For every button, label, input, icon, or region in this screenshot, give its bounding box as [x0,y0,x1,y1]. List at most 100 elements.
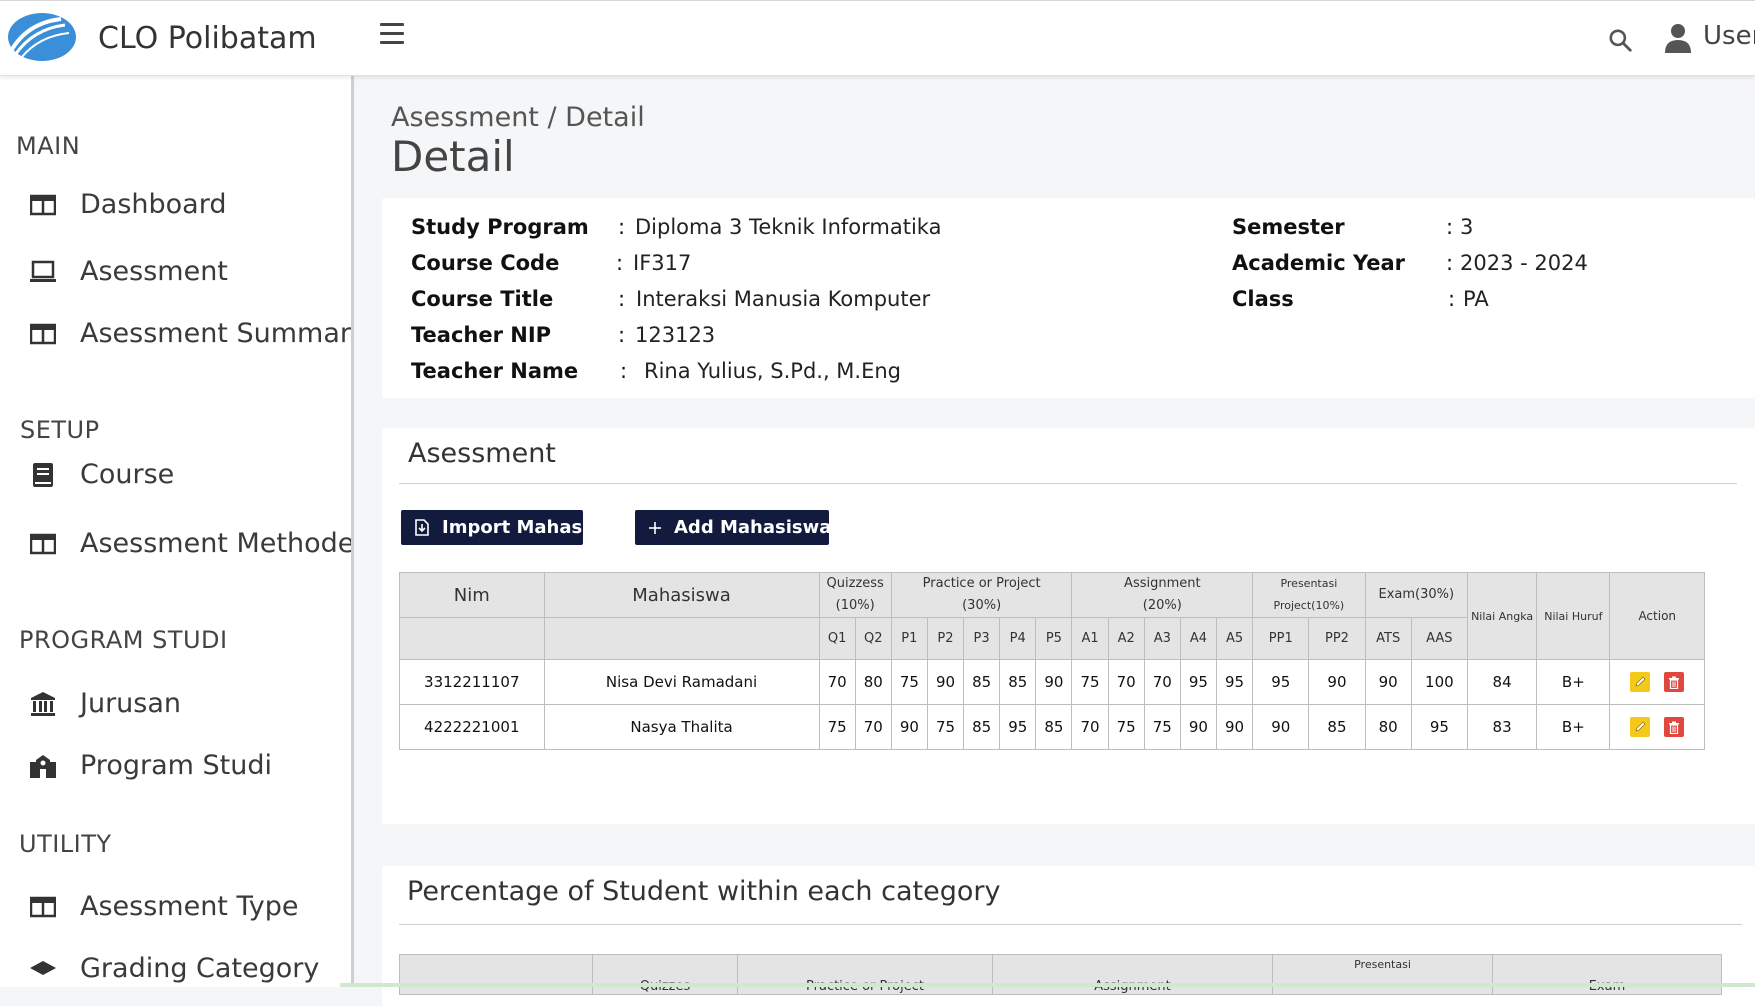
presentasi-header: Presentasi Project(10%) [1252,572,1366,618]
presentasi-header: Presentasi [1272,954,1493,995]
user-icon[interactable] [1665,23,1691,53]
score-cell: 75 [926,704,965,750]
teacher-nip-label: Teacher NIP [411,323,552,347]
subheader-a1: A1 [1071,617,1109,660]
score-cell: 90 [890,704,928,750]
score-cell: 90 [1252,704,1310,750]
edit-button[interactable] [1630,672,1651,692]
import-mahasiswa-label: Import Mahasiswa [442,517,628,538]
quizzes-header: Quizzes [592,954,738,995]
sidebar-item-asessment-methode[interactable]: Asessment Methode [28,528,354,559]
pencil-icon [1635,676,1646,687]
score-cell: 80 [854,659,892,705]
action-cell [1609,704,1705,750]
score-cell: 95 [999,704,1037,750]
info-separator: : [1446,251,1454,275]
table-row: 3312211107 Nisa Devi Ramadani 70 80 75 90 85 85… [399,659,1705,705]
sidebar-item-label: Asessment Methode [80,528,354,559]
mahasiswa-cell: Nasya Thalita [543,704,820,750]
sidebar-item-jurusan[interactable]: Jurusan [28,688,181,719]
subheader-a4: A4 [1179,617,1217,660]
nim-cell: 3312211107 [399,659,545,705]
semester-label: Semester [1232,215,1345,239]
sidebar: MAIN Dashboard Asessment Asessment Summa… [0,76,354,987]
course-title-label: Course Title [411,287,554,311]
score-cell: 85 [963,659,1001,705]
user-menu-label[interactable]: User [1703,21,1755,51]
course-code-label: Course Code [411,251,560,275]
import-mahasiswa-button[interactable]: Import Mahasiswa [401,510,628,545]
table-icon [28,892,58,922]
score-cell: 95 [1252,659,1310,705]
sidebar-item-grading-category[interactable]: Grading Category [28,953,319,984]
sidebar-item-asessment-type[interactable]: Asessment Type [28,891,299,922]
table-header-row: Nim Mahasiswa Quizzess (10%) Practice or … [399,572,1705,660]
teacher-name-label: Teacher Name [411,359,579,383]
percentage-table: Quizzes Practice or Project Assignment P… [399,954,1722,995]
subheader-p5: P5 [1035,617,1073,660]
empty-header-cell [399,617,545,660]
table-row: 4222221001 Nasya Thalita 75 70 90 75 85 95 85 70 7… [399,704,1705,750]
study-program-label: Study Program [411,215,589,239]
score-cell: 80 [1364,704,1412,750]
score-cell: 90 [1215,704,1254,750]
score-cell: 85 [1308,704,1366,750]
nim-cell: 4222221001 [399,704,545,750]
score-cell: 70 [1143,659,1181,705]
nilai-angka-cell: 84 [1466,659,1538,705]
polibatam-logo [8,13,76,61]
score-cell: 75 [818,704,856,750]
action-cell [1609,659,1705,705]
subheader-p3: P3 [963,617,1001,660]
subheader-a5: A5 [1215,617,1254,660]
menu-toggle-icon[interactable] [380,23,404,45]
add-mahasiswa-button[interactable]: Add Mahasiswa [635,510,832,545]
subheader-a2: A2 [1107,617,1145,660]
sidebar-item-asessment[interactable]: Asessment [28,256,228,287]
subheader-pp1: PP1 [1252,617,1310,660]
mahasiswa-header: Mahasiswa [543,572,820,618]
quizzes-header: Quizzess (10%) [818,572,892,618]
divider [399,483,1737,484]
delete-button[interactable] [1664,717,1685,737]
graduation-cap-icon [28,954,58,984]
score-cell: 75 [890,659,928,705]
edit-button[interactable] [1630,717,1651,737]
table-icon [28,319,58,349]
practice-project-header: Practice or Project [737,954,993,995]
subheader-q2: Q2 [854,617,892,660]
practice-project-header: Practice or Project (30%) [890,572,1073,618]
info-separator: : [1448,287,1456,311]
sidebar-item-label: Jurusan [80,688,182,719]
bank-icon [28,689,58,719]
sidebar-item-dashboard[interactable]: Dashboard [28,189,226,220]
pencil-icon [1635,721,1646,732]
plus-icon [648,521,662,535]
sidebar-item-asessment-summary[interactable]: Asessment Summary [28,318,354,349]
score-cell: 70 [854,704,892,750]
assessment-table: Nim Mahasiswa Quizzess (10%) Practice or … [399,572,1705,750]
info-separator: : [618,215,626,239]
sidebar-item-course[interactable]: Course [28,459,174,490]
info-separator: : [1446,215,1454,239]
delete-button[interactable] [1664,672,1685,692]
empty-header-cell [543,617,820,660]
percentage-card-title: Percentage of Student within each catego… [407,876,1001,907]
score-cell: 75 [1143,704,1181,750]
subheader-pp2: PP2 [1308,617,1366,660]
breadcrumb: Asessment / Detail [391,102,645,133]
sidebar-item-program-studi[interactable]: Program Studi [28,750,272,781]
add-mahasiswa-label: Add Mahasiswa [674,517,832,538]
score-cell: 90 [926,659,965,705]
page-title: Detail [391,132,515,181]
assessment-card-title: Asessment [408,438,556,469]
file-import-icon [414,519,430,536]
course-code-value: IF317 [633,251,692,275]
sidebar-item-label: Asessment Summary [80,318,354,349]
score-cell: 70 [818,659,856,705]
teacher-name-value: Rina Yulius, S.Pd., M.Eng [644,359,902,383]
exam-header: Exam [1492,954,1722,995]
search-icon[interactable] [1607,27,1633,53]
top-navbar: CLO Polibatam User [0,0,1755,76]
sidebar-section-program-studi: PROGRAM STUDI [19,626,228,654]
